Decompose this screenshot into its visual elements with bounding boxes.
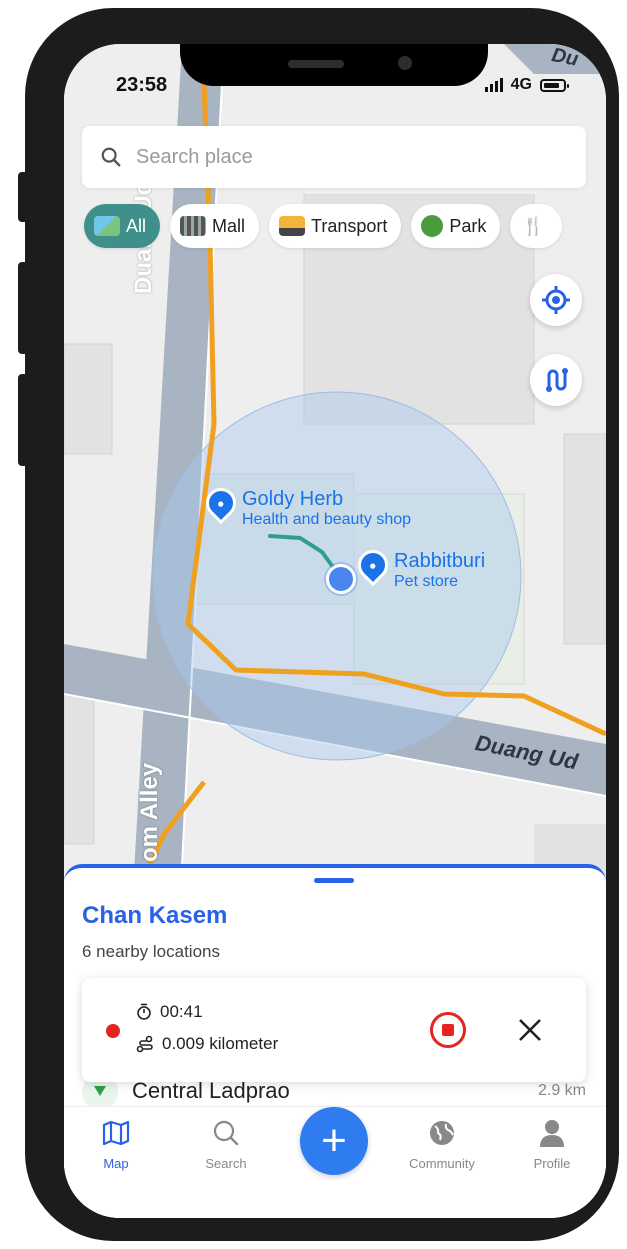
status-indicators: 4G: [484, 76, 569, 94]
crosshair-icon: [542, 286, 570, 314]
tab-search-label: Search: [205, 1156, 247, 1171]
locate-me-button[interactable]: [530, 274, 582, 326]
stopwatch-icon: [137, 1003, 151, 1020]
building-emoji-icon: [180, 216, 207, 236]
battery-icon: [540, 78, 569, 92]
poi-name: Goldy Herb: [242, 488, 344, 510]
close-icon[interactable]: [514, 1014, 546, 1046]
chip-park[interactable]: Park: [411, 204, 501, 248]
recording-indicator: [106, 1024, 120, 1038]
elapsed-time: 00:41: [160, 1002, 203, 1021]
chip-mall[interactable]: Mall: [170, 204, 260, 248]
tab-community-label: Community: [409, 1156, 475, 1171]
tree-emoji-icon: [421, 215, 444, 237]
bus-emoji-icon: [279, 216, 306, 236]
sheet-drag-handle[interactable]: [314, 878, 354, 883]
nearby-count: 6 nearby locations: [82, 942, 220, 961]
route-icon: [546, 368, 568, 392]
poi-category: Health and beauty shop: [242, 511, 412, 528]
notch: [180, 44, 488, 86]
search-input[interactable]: Search place: [136, 146, 253, 169]
tracking-distance-row: 0.009 kilometer: [136, 1034, 278, 1054]
volume-up-button: [18, 262, 28, 354]
tab-community[interactable]: Community: [402, 1117, 482, 1171]
add-button[interactable]: +: [300, 1107, 368, 1175]
tracking-card: 00:41 0.009 kilometer: [82, 978, 586, 1082]
signal-icon: [484, 78, 503, 92]
road-label-alley: om Alley: [136, 762, 163, 862]
chip-label: Transport: [311, 215, 388, 236]
globe-icon: [430, 1121, 454, 1145]
tab-map-label: Map: [103, 1156, 129, 1171]
route-button[interactable]: [530, 354, 582, 406]
stop-icon: [442, 1024, 454, 1036]
poi-name: Rabbitburi: [394, 550, 486, 572]
chip-more[interactable]: 🍴: [510, 204, 563, 248]
tab-bar: Map Search + Community Profile: [64, 1106, 606, 1218]
shop-bag-icon: ●: [351, 543, 395, 587]
distance-value: 0.009 kilometer: [162, 1034, 279, 1053]
search-bar[interactable]: Search place: [82, 126, 586, 188]
area-title: Chan Kasem: [82, 902, 228, 929]
tab-profile[interactable]: Profile: [512, 1117, 592, 1171]
person-icon: [540, 1120, 564, 1147]
tab-profile-label: Profile: [533, 1156, 571, 1171]
poi-rabbitburi[interactable]: ● Rabbitburi Pet store: [351, 543, 486, 592]
chip-all[interactable]: All: [84, 204, 161, 248]
app-screen: Duang Ud om Alley Duang Ud Du ● Goldy He…: [64, 44, 606, 1218]
list-item-distance: 2.9 km: [537, 1082, 586, 1099]
volume-down-button: [18, 374, 28, 466]
status-time: 23:58: [116, 74, 168, 96]
search-icon: [101, 147, 121, 167]
map-emoji-icon: [94, 216, 120, 236]
tab-search[interactable]: Search: [186, 1117, 266, 1171]
chip-transport[interactable]: Transport: [269, 204, 402, 248]
map-icon: [102, 1120, 130, 1146]
chip-label: Mall: [212, 215, 246, 236]
chip-label: All: [126, 215, 147, 236]
stop-recording-button[interactable]: [430, 1012, 466, 1048]
poi-goldy-herb[interactable]: ● Goldy Herb Health and beauty shop: [199, 481, 412, 530]
tracking-time-row: 00:41: [136, 1002, 203, 1022]
shop-bag-icon: ●: [199, 481, 243, 525]
fork-knife-icon: 🍴: [522, 215, 545, 236]
category-chips: All Mall Transport Park 🍴: [84, 204, 563, 248]
tab-map[interactable]: Map: [76, 1117, 156, 1171]
current-location-dot: [326, 564, 356, 594]
poi-category: Pet store: [394, 573, 459, 590]
mute-switch: [18, 172, 28, 222]
network-type: 4G: [510, 76, 532, 93]
road-label-top-right: Du: [549, 44, 581, 71]
search-icon: [213, 1120, 239, 1146]
route-distance-icon: [136, 1035, 153, 1053]
chip-label: Park: [449, 215, 487, 236]
